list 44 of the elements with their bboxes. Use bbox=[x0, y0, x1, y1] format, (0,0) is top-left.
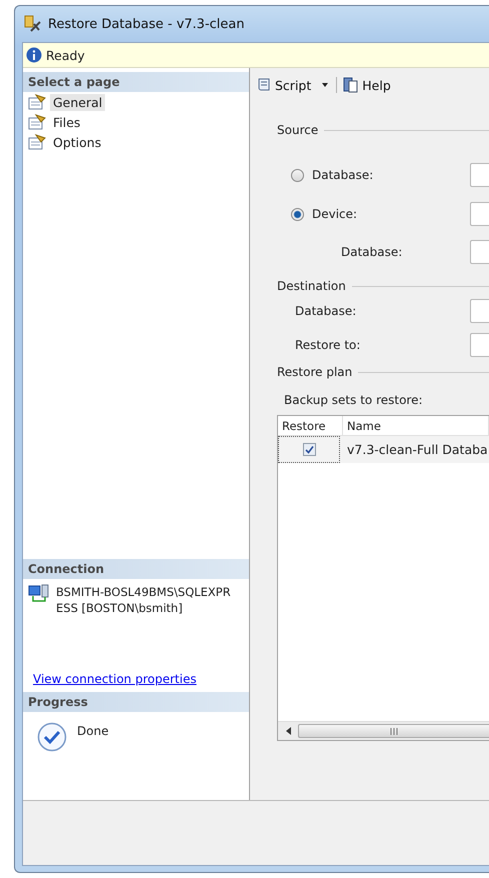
grid-caption: Backup sets to restore: bbox=[284, 393, 424, 407]
radio-button[interactable] bbox=[291, 168, 304, 182]
field-label: Database: bbox=[295, 304, 356, 318]
page-item[interactable]: General bbox=[50, 94, 106, 110]
group-title: Restore plan bbox=[277, 365, 352, 379]
section-header: Connection bbox=[23, 559, 249, 579]
group-title: Source bbox=[277, 123, 318, 137]
dropdown-caret-icon bbox=[320, 82, 330, 88]
section-header: Select a page bbox=[23, 72, 249, 92]
field-label: Device: bbox=[312, 207, 358, 221]
page-icon bbox=[28, 94, 46, 110]
connection-properties-link[interactable]: View connection properties bbox=[33, 672, 196, 686]
column-header[interactable]: Name bbox=[343, 416, 489, 435]
group-title: Destination bbox=[277, 279, 346, 293]
scrollbar-thumb[interactable] bbox=[298, 724, 489, 738]
help-button[interactable]: Help bbox=[341, 77, 393, 93]
input-field[interactable] bbox=[470, 299, 489, 323]
info-icon bbox=[26, 47, 42, 63]
help-book-icon bbox=[343, 77, 360, 93]
grip-icon bbox=[390, 728, 398, 734]
checkbox[interactable] bbox=[302, 443, 316, 456]
page-item[interactable]: Files bbox=[50, 114, 84, 130]
section-header: Progress bbox=[23, 692, 249, 712]
page-icon bbox=[28, 114, 46, 130]
field-label: Database: bbox=[341, 245, 402, 259]
page-icon bbox=[28, 134, 46, 150]
status-text: Ready bbox=[46, 48, 85, 62]
script-button[interactable]: Script bbox=[254, 77, 332, 93]
window-title: Restore Database - v7.3-clean bbox=[48, 16, 244, 32]
radio-button[interactable] bbox=[291, 208, 304, 220]
input-field[interactable] bbox=[470, 202, 489, 226]
page-item[interactable]: Options bbox=[50, 134, 104, 150]
input-field[interactable] bbox=[470, 163, 489, 187]
server-connection-icon bbox=[28, 584, 50, 604]
dropdown-field[interactable] bbox=[470, 240, 489, 264]
field-label: Database: bbox=[312, 168, 374, 182]
scroll-left-icon[interactable] bbox=[286, 727, 290, 735]
progress-text: Done bbox=[77, 724, 109, 740]
table-cell-text: v7.3-clean-Full Databa bbox=[346, 441, 489, 459]
column-header[interactable]: Restore bbox=[278, 416, 343, 435]
field-label: Restore to: bbox=[295, 338, 360, 352]
checkmark-icon bbox=[37, 722, 67, 752]
input-field[interactable] bbox=[470, 333, 489, 357]
connection-text: BSMITH-BOSL49BMS\SQLEXPRESS [BOSTON\bsmith] bbox=[56, 584, 232, 617]
